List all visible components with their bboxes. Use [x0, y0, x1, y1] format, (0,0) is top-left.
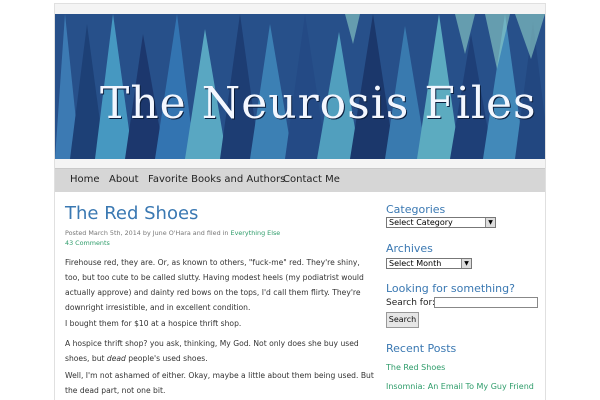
post-category-link[interactable]: Everything Else	[231, 229, 281, 237]
nav-item-home[interactable]: Home	[70, 174, 100, 185]
post-meta-text: Posted March 5th, 2014 by June O'Hara an…	[65, 229, 231, 237]
post-paragraph: A hospice thrift shop? you ask, thinking…	[65, 336, 375, 366]
archive-select-value: Select Month	[389, 259, 442, 268]
post-paragraph: Firehouse red, they are. Or, as known to…	[65, 258, 364, 312]
paragraph-text-end: people's used shoes.	[125, 354, 208, 363]
archives-heading: Archives	[386, 242, 433, 255]
chevron-down-icon: ▼	[485, 218, 495, 227]
post-title[interactable]: The Red Shoes	[65, 203, 198, 224]
comments-link[interactable]: 43 Comments	[65, 239, 110, 247]
category-select-value: Select Category	[389, 218, 453, 227]
site-title[interactable]: The Neurosis Files	[100, 78, 537, 129]
post-paragraph: I bought them for $10 at a hospice thrif…	[65, 319, 242, 328]
nav-item-contact[interactable]: Contact Me	[283, 174, 340, 185]
categories-heading: Categories	[386, 203, 446, 216]
search-input[interactable]	[434, 297, 538, 308]
post-meta: Posted March 5th, 2014 by June O'Hara an…	[65, 228, 295, 248]
chevron-down-icon: ▼	[461, 259, 471, 268]
nav-item-favorite-books[interactable]: Favorite Books and Authors	[148, 174, 285, 185]
nav-item-about[interactable]: About	[109, 174, 139, 185]
content-area: The Red Shoes Posted March 5th, 2014 by …	[55, 192, 545, 400]
archive-select[interactable]: Select Month ▼	[386, 258, 472, 269]
main-navigation: Home About Favorite Books and Authors Co…	[55, 168, 545, 193]
emphasis-text: dead	[106, 354, 126, 363]
recent-posts-heading: Recent Posts	[386, 342, 457, 355]
search-button[interactable]: Search	[386, 312, 419, 328]
search-heading: Looking for something?	[386, 282, 515, 295]
search-label: Search for:	[386, 298, 436, 308]
recent-post-link[interactable]: The Red Shoes	[386, 363, 445, 372]
recent-post-link[interactable]: Insomnia: An Email To My Guy Friend	[386, 381, 546, 392]
post-paragraph: Well, I'm not ashamed of either. Okay, m…	[65, 371, 374, 395]
site-header-banner: The Neurosis Files	[55, 14, 545, 159]
category-select[interactable]: Select Category ▼	[386, 217, 496, 228]
